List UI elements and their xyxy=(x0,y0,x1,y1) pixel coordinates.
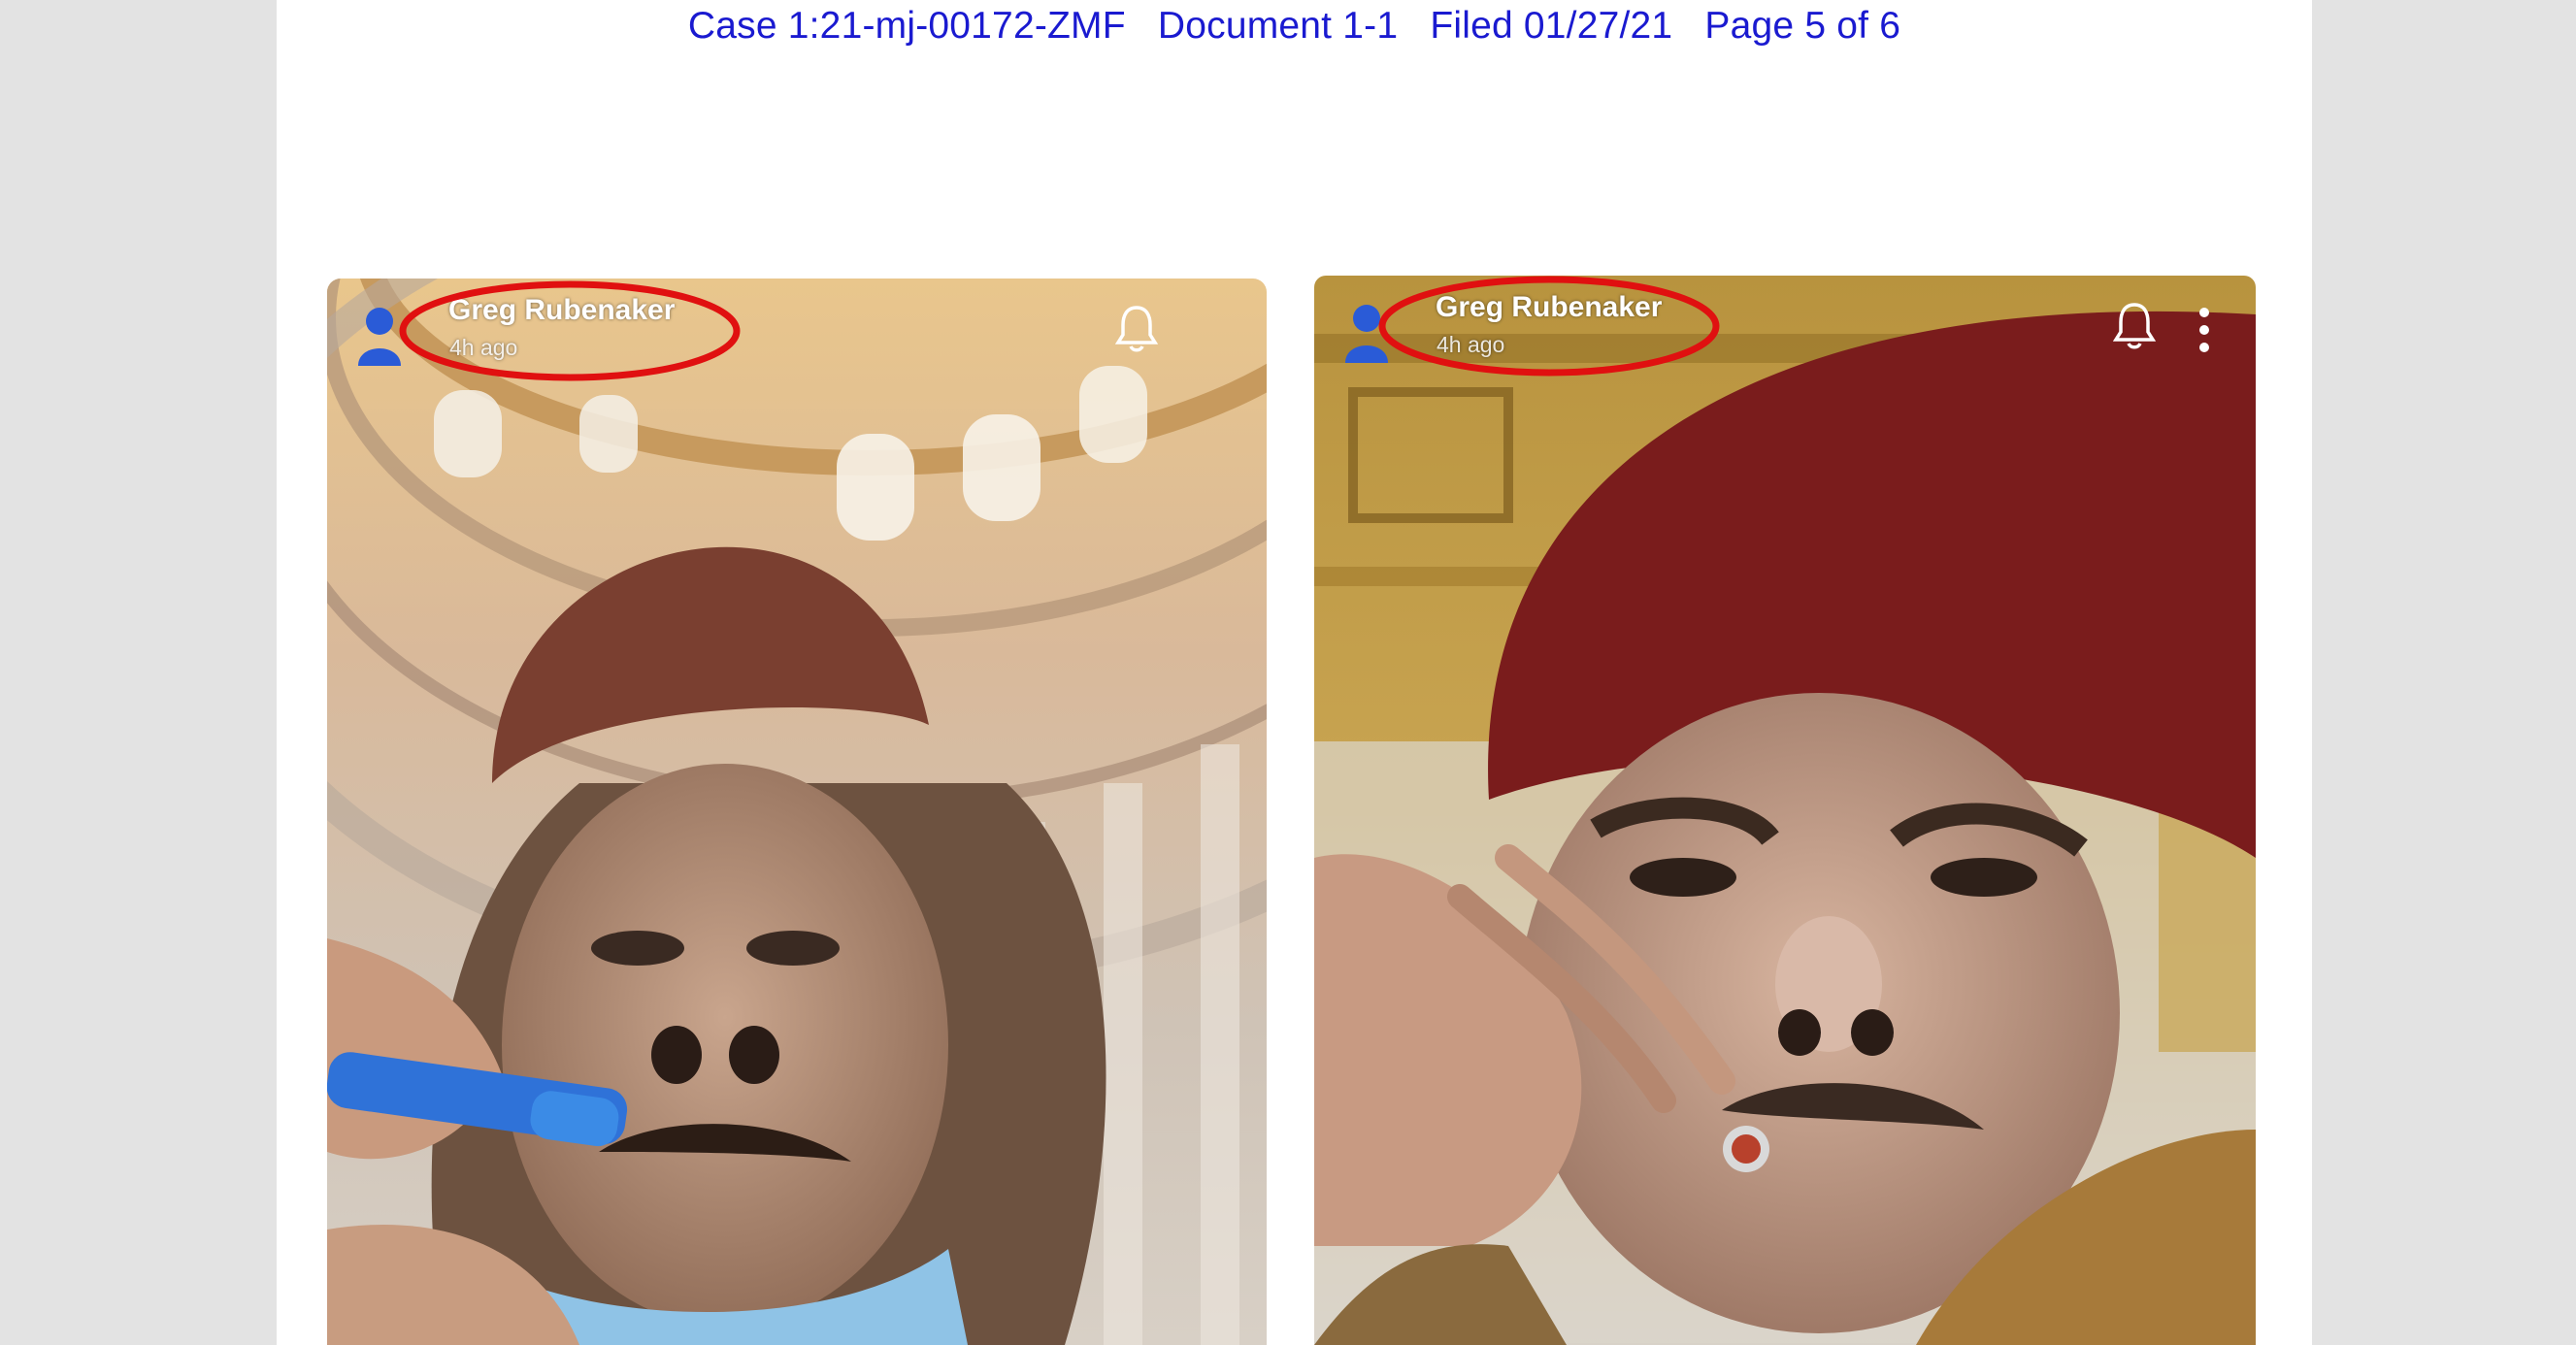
bell-icon[interactable] xyxy=(2113,301,2156,349)
timestamp-label: 4h ago xyxy=(1437,332,1505,357)
username-label[interactable]: Greg Rubenaker xyxy=(1436,291,1662,324)
snapchat-screenshot-right: Greg Rubenaker 4h ago xyxy=(1314,276,2256,1345)
pdf-viewer: Case 1:21-mj-00172-ZMF Document 1-1 File… xyxy=(0,0,2576,1345)
snapchat-avatar-icon[interactable] xyxy=(1343,301,1390,363)
snap-header: Greg Rubenaker 4h ago xyxy=(327,279,1267,385)
username-label[interactable]: Greg Rubenaker xyxy=(448,294,675,327)
bell-icon[interactable] xyxy=(1115,304,1158,352)
document-page: Case 1:21-mj-00172-ZMF Document 1-1 File… xyxy=(277,0,2312,1345)
case-header: Case 1:21-mj-00172-ZMF Document 1-1 File… xyxy=(687,5,1901,47)
photo-hallway-selfie xyxy=(1314,276,2256,1345)
photo-rotunda-selfie xyxy=(327,279,1267,1345)
timestamp-label: 4h ago xyxy=(449,335,518,360)
more-vertical-icon[interactable] xyxy=(2197,307,2211,353)
snap-header: Greg Rubenaker 4h ago xyxy=(1314,276,2256,382)
snapchat-screenshot-left: Greg Rubenaker 4h ago xyxy=(327,279,1267,1345)
snapchat-avatar-icon[interactable] xyxy=(356,304,403,366)
